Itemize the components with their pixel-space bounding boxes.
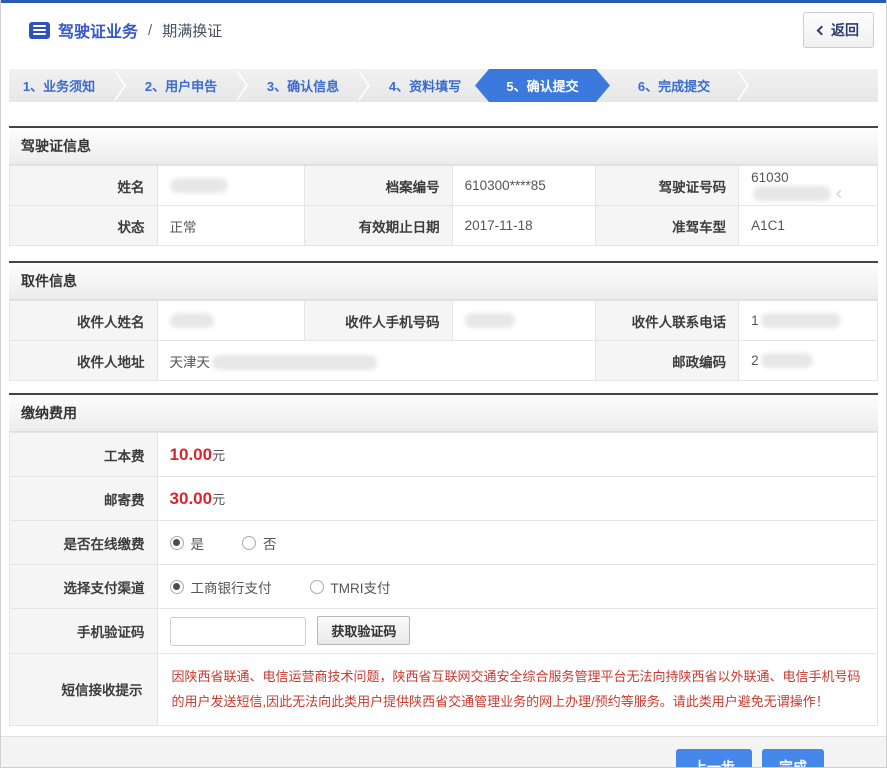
vehicle-class-value: A1C1 xyxy=(738,205,878,246)
action-footer: 上一步 完成 xyxy=(1,735,886,767)
table-row: 工本费 10.00元 xyxy=(9,432,879,477)
recipient-mobile-value-masked xyxy=(451,300,596,341)
recipient-name-value-masked xyxy=(156,300,306,341)
radio-channel-icbc[interactable]: 工商银行支付 xyxy=(169,577,272,597)
table-row: 手机验证码 获取验证码 xyxy=(9,608,879,654)
table-row: 选择支付渠道 工商银行支付 TMRI支付 xyxy=(9,564,879,609)
sms-code-label: 手机验证码 xyxy=(9,608,158,654)
production-fee-label: 工本费 xyxy=(9,432,158,477)
radio-selected-icon xyxy=(169,535,184,550)
radio-channel-tmri[interactable]: TMRI支付 xyxy=(309,577,391,597)
tab-step-1-business-notes[interactable]: 1、业务须知 xyxy=(9,69,109,102)
fees-section: 缴纳费用 工本费 10.00元 邮寄费 30.00元 是否在线缴费 是 否 选择… xyxy=(9,393,879,726)
radio-online-yes[interactable]: 是 xyxy=(169,533,204,553)
page-title: 驾驶证业务 xyxy=(58,24,139,41)
breadcrumb-separator: / xyxy=(148,21,153,39)
sms-notice-cell: 因陕西省联通、电信运营商技术问题，陕西省互联网交通安全综合服务管理平台无法向持陕… xyxy=(156,653,879,726)
masked-text-blob xyxy=(753,185,832,201)
sms-code-field-cell: 获取验证码 xyxy=(156,608,879,654)
license-renewal-page: 驾驶证业务 / 期满换证 返回 1、业务须知 2、用户申告 3、确认信息 4、资… xyxy=(0,0,887,768)
tab-separator-icon xyxy=(236,70,249,101)
tab-separator-icon xyxy=(358,70,371,101)
tab-separator-icon xyxy=(114,70,127,101)
tab-step-3-confirm-info[interactable]: 3、确认信息 xyxy=(253,69,353,102)
vehicle-class-label: 准驾车型 xyxy=(594,205,740,246)
sms-code-input[interactable] xyxy=(169,617,306,646)
recipient-phone-value-masked: 1 xyxy=(738,300,878,341)
radio-selected-icon xyxy=(169,579,184,594)
masked-text-blob xyxy=(760,313,841,329)
license-number-value-masked: 61030 xyxy=(738,165,878,206)
breadcrumb: 驾驶证业务 / 期满换证 xyxy=(29,18,222,42)
name-label: 姓名 xyxy=(9,165,158,206)
table-row: 邮寄费 30.00元 xyxy=(9,476,879,521)
license-info-section: 驾驶证信息 姓名 档案编号 610300****85 驾驶证号码 61030 状… xyxy=(9,126,878,246)
fees-table: 工本费 10.00元 邮寄费 30.00元 是否在线缴费 是 否 选择支付渠道 … xyxy=(9,432,879,726)
online-payment-options: 是 否 xyxy=(156,520,879,565)
recipient-address-value-masked: 天津天 xyxy=(156,340,596,381)
table-row: 收件人地址 天津天 邮政编码 2 xyxy=(9,340,878,381)
payment-channel-options: 工商银行支付 TMRI支付 xyxy=(156,564,879,609)
chevron-left-icon xyxy=(816,25,827,35)
masked-tail-glyph xyxy=(835,189,845,199)
sms-notice-label: 短信接收提示 xyxy=(9,653,158,726)
radio-online-no[interactable]: 否 xyxy=(242,533,277,553)
postage-fee-value: 30.00元 xyxy=(156,476,879,521)
file-number-label: 档案编号 xyxy=(304,165,453,206)
postal-code-value-masked: 2 xyxy=(738,340,878,381)
table-row: 状态 正常 有效期止日期 2017-11-18 准驾车型 A1C1 xyxy=(9,205,878,246)
table-row: 是否在线缴费 是 否 xyxy=(9,520,879,565)
recipient-mobile-label: 收件人手机号码 xyxy=(304,300,453,341)
tab-step-6-complete-submit[interactable]: 6、完成提交 xyxy=(610,69,732,102)
postage-fee-label: 邮寄费 xyxy=(9,476,158,521)
page-header: 驾驶证业务 / 期满换证 返回 xyxy=(1,3,886,57)
production-fee-value: 10.00元 xyxy=(156,432,879,477)
masked-text-blob xyxy=(169,313,214,329)
page-subtitle: 期满换证 xyxy=(162,22,223,40)
step-progress-bar: 1、业务须知 2、用户申告 3、确认信息 4、资料填写 5、确认提交 6、完成提… xyxy=(9,69,878,102)
license-number-label: 驾驶证号码 xyxy=(594,165,740,206)
fees-section-title: 缴纳费用 xyxy=(9,393,878,432)
recipient-name-label: 收件人姓名 xyxy=(9,300,158,341)
online-payment-label: 是否在线缴费 xyxy=(9,520,158,565)
pickup-info-section: 取件信息 收件人姓名 收件人手机号码 收件人联系电话 1 收件人地址 天津天 邮… xyxy=(9,261,878,381)
radio-unselected-icon xyxy=(242,535,257,550)
get-sms-code-button[interactable]: 获取验证码 xyxy=(317,616,411,645)
pickup-info-section-title: 取件信息 xyxy=(9,261,878,300)
previous-step-button[interactable]: 上一步 xyxy=(676,748,752,767)
expiry-date-value: 2017-11-18 xyxy=(451,205,596,246)
status-value: 正常 xyxy=(156,205,306,246)
license-info-table: 姓名 档案编号 610300****85 驾驶证号码 61030 状态 正常 有… xyxy=(9,165,878,246)
table-row: 姓名 档案编号 610300****85 驾驶证号码 61030 xyxy=(9,165,878,206)
masked-text-blob xyxy=(169,178,228,194)
tab-step-4-fill-materials[interactable]: 4、资料填写 xyxy=(375,69,475,102)
table-row: 短信接收提示 因陕西省联通、电信运营商技术问题，陕西省互联网交通安全综合服务管理… xyxy=(9,653,879,726)
back-button-label: 返回 xyxy=(831,22,859,38)
finish-button[interactable]: 完成 xyxy=(762,748,824,767)
masked-text-blob xyxy=(212,355,378,371)
tab-separator-icon xyxy=(737,70,750,101)
back-button[interactable]: 返回 xyxy=(803,12,874,48)
name-value-masked xyxy=(156,165,306,206)
expiry-date-label: 有效期止日期 xyxy=(304,205,453,246)
sms-notice-text: 因陕西省联通、电信运营商技术问题，陕西省互联网交通安全综合服务管理平台无法向持陕… xyxy=(171,669,861,710)
license-info-section-title: 驾驶证信息 xyxy=(9,126,878,165)
table-row: 收件人姓名 收件人手机号码 收件人联系电话 1 xyxy=(9,300,878,341)
document-lines-icon xyxy=(29,21,50,39)
masked-text-blob xyxy=(464,313,515,329)
payment-channel-label: 选择支付渠道 xyxy=(9,564,158,609)
status-label: 状态 xyxy=(9,205,158,246)
pickup-info-table: 收件人姓名 收件人手机号码 收件人联系电话 1 收件人地址 天津天 邮政编码 2 xyxy=(9,300,878,381)
radio-unselected-icon xyxy=(309,579,324,594)
masked-text-blob xyxy=(760,353,813,369)
tab-step-2-user-declaration[interactable]: 2、用户申告 xyxy=(131,69,231,102)
file-number-value: 610300****85 xyxy=(451,165,596,206)
recipient-phone-label: 收件人联系电话 xyxy=(594,300,740,341)
tabbar-filler xyxy=(754,69,878,102)
postal-code-label: 邮政编码 xyxy=(594,340,740,381)
tab-step-5-confirm-submit-active[interactable]: 5、确认提交 xyxy=(475,69,610,102)
recipient-address-label: 收件人地址 xyxy=(9,340,158,381)
